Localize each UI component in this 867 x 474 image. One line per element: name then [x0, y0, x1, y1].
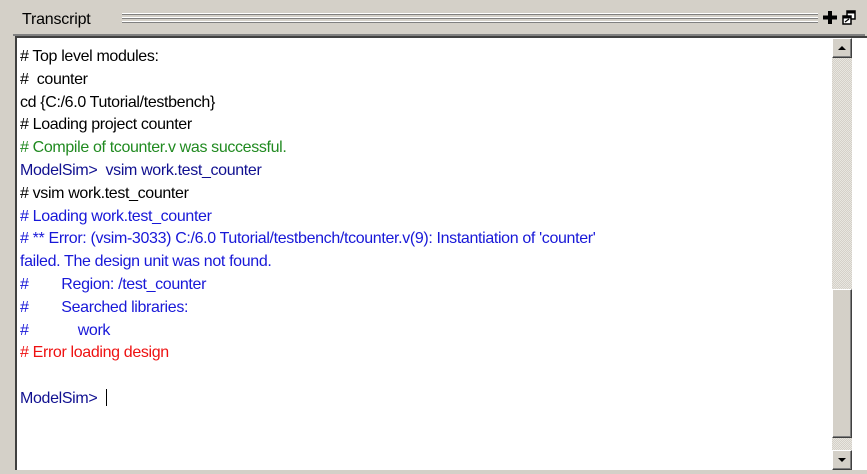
transcript-line: # Region: /test_counter [20, 275, 207, 293]
scroll-down-button[interactable] [832, 450, 852, 470]
transcript-line: # Error loading design [20, 344, 169, 362]
transcript-text[interactable]: # Top level modules: # counter cd {C:/6.0 … [20, 46, 830, 411]
transcript-line [20, 365, 830, 388]
undock-icon[interactable] [842, 10, 856, 25]
arrow-down-icon [838, 458, 846, 462]
transcript-line: # Top level modules: [20, 48, 159, 65]
transcript-line: # Searched libraries: [20, 298, 189, 316]
transcript-line: # counter [20, 70, 88, 88]
transcript-line: failed. The design unit was not found. [20, 253, 272, 271]
transcript-line: # work [20, 321, 111, 339]
scroll-thumb[interactable] [832, 289, 852, 438]
transcript-line: ModelSim> [20, 388, 830, 411]
arrow-up-icon [838, 46, 846, 50]
vertical-scrollbar[interactable] [832, 38, 852, 470]
plus-icon[interactable] [823, 10, 837, 25]
transcript-area[interactable]: # Top level modules: # counter cd {C:/6.0 … [13, 34, 867, 470]
scroll-up-button[interactable] [832, 38, 852, 58]
window-title: Transcript [22, 11, 91, 28]
transcript-line: # Loading project counter [20, 116, 192, 134]
title-bar[interactable]: Transcript [0, 0, 867, 36]
transcript-line: ModelSim> vsim work.test_counter [20, 161, 262, 179]
transcript-window: Transcript # Top level modules: # counter… [0, 0, 867, 470]
title-grip[interactable] [122, 13, 818, 24]
text-caret [106, 388, 108, 406]
transcript-line: cd {C:/6.0 Tutorial/testbench} [20, 93, 215, 111]
transcript-line: # Compile of tcounter.v was successful. [20, 139, 287, 157]
transcript-line: # ** Error: (vsim-3033) C:/6.0 Tutorial/… [20, 230, 596, 248]
transcript-line: # Loading work.test_counter [20, 207, 212, 225]
transcript-line: # vsim work.test_counter [20, 184, 189, 202]
